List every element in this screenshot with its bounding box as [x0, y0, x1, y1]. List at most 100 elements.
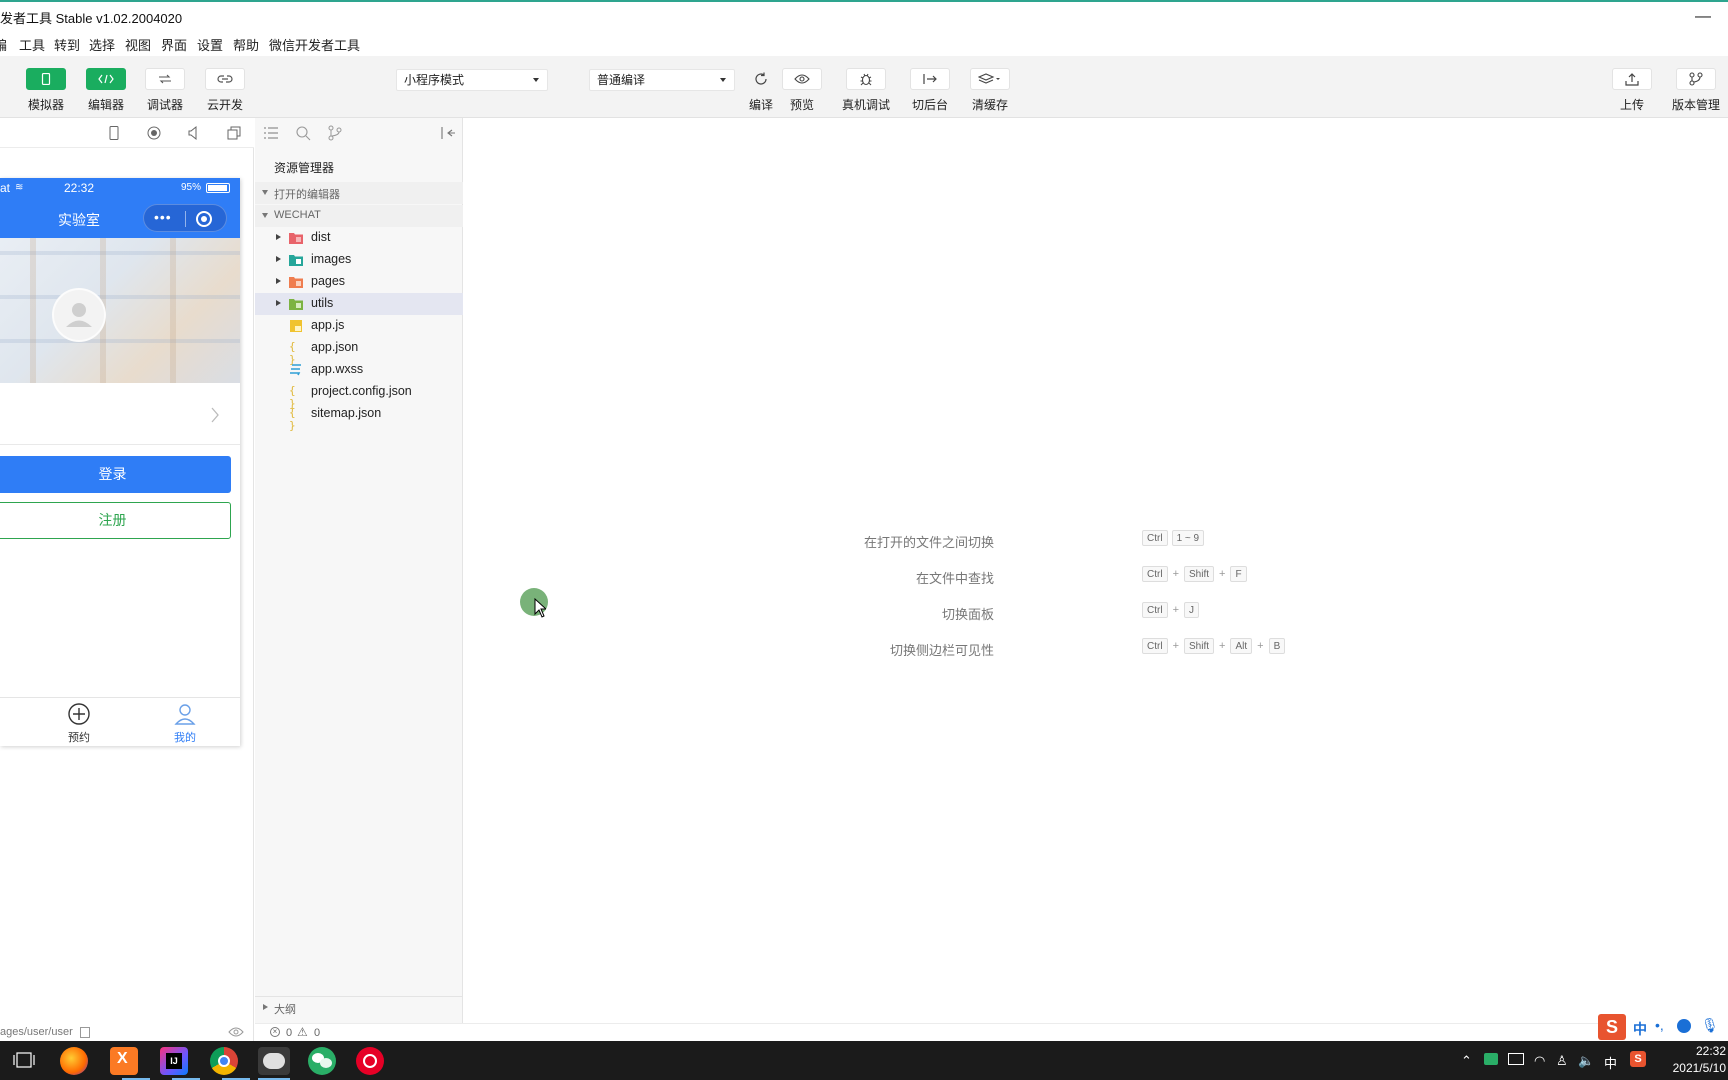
debugger-label: 调试器: [146, 98, 183, 112]
menu-edit[interactable]: 编: [0, 35, 7, 54]
tree-item-dist[interactable]: dist: [255, 227, 463, 249]
capsule-menu[interactable]: •••: [143, 204, 227, 232]
cloud-dev-button[interactable]: [205, 68, 245, 90]
detach-window-icon[interactable]: [226, 125, 242, 141]
explorer-title: 资源管理器: [274, 161, 335, 175]
menu-select[interactable]: 选择: [89, 35, 115, 54]
menu-settings[interactable]: 设置: [197, 35, 223, 54]
phone-clock: 22:32: [64, 181, 95, 195]
mode-select[interactable]: 小程序模式: [396, 69, 548, 91]
error-count[interactable]: 0: [286, 1027, 292, 1039]
minimize-button[interactable]: —: [1688, 4, 1718, 30]
cloud-link-icon: [217, 75, 233, 83]
show-hidden-icons-icon[interactable]: ⌃: [1461, 1053, 1472, 1069]
warning-icon[interactable]: ⚠: [297, 1025, 308, 1039]
tab-mine[interactable]: 我的: [155, 702, 215, 745]
login-button[interactable]: 登录: [0, 456, 231, 493]
window-title: 发者工具 Stable v1.02.2004020: [0, 11, 183, 26]
simulator-label: 模拟器: [27, 98, 64, 112]
shortcut-key: F: [1230, 566, 1247, 582]
tree-item-project-config-json[interactable]: { } project.config.json: [255, 381, 463, 410]
xampp-icon[interactable]: X: [110, 1047, 138, 1075]
netease-music-icon[interactable]: [356, 1047, 384, 1075]
shortcut-keys: Ctrl + Shift + Alt + B: [1142, 638, 1286, 654]
folder-icon: [289, 255, 303, 266]
task-view-icon[interactable]: [13, 1051, 35, 1069]
simulator-toolbar: [0, 118, 254, 148]
menu-view[interactable]: 视图: [125, 35, 151, 54]
wechat-tray-icon[interactable]: [1484, 1053, 1498, 1065]
file-list-icon[interactable]: [263, 125, 279, 141]
menu-help[interactable]: 帮助: [233, 35, 259, 54]
shortcut-key: Ctrl: [1142, 566, 1168, 582]
emoji-icon[interactable]: [1677, 1019, 1691, 1033]
punctuation-icon[interactable]: •,: [1655, 1017, 1664, 1033]
menu-interface[interactable]: 界面: [161, 35, 187, 54]
profile-entry-row[interactable]: [0, 383, 240, 445]
menu-goto[interactable]: 转到: [54, 35, 80, 54]
input-language[interactable]: 中: [1604, 1053, 1617, 1072]
more-dots-icon[interactable]: •••: [154, 209, 172, 225]
person-icon: [174, 704, 196, 725]
eye-icon: [794, 74, 810, 84]
tree-item-label: images: [311, 252, 352, 266]
clear-cache-button[interactable]: [970, 68, 1010, 90]
eye-icon[interactable]: [228, 1026, 244, 1038]
tree-item-sitemap-json[interactable]: { } sitemap.json: [255, 403, 463, 432]
error-icon[interactable]: ×: [270, 1027, 280, 1037]
chrome-icon[interactable]: [210, 1047, 238, 1075]
avatar[interactable]: [52, 288, 106, 342]
menu-wechat-devtools[interactable]: 微信开发者工具: [269, 35, 360, 54]
tree-item-app-wxss[interactable]: app.wxss: [255, 359, 463, 381]
sogou-tray-icon[interactable]: S: [1630, 1051, 1646, 1067]
copy-icon[interactable]: [80, 1027, 90, 1038]
wechat-green-icon[interactable]: [308, 1047, 336, 1075]
outline-section[interactable]: 大纲: [255, 996, 463, 1018]
intellij-icon[interactable]: IJ: [160, 1047, 188, 1075]
source-control-icon[interactable]: [327, 125, 343, 141]
menu-tools[interactable]: 工具: [19, 35, 45, 54]
tree-item-pages[interactable]: pages: [255, 271, 463, 293]
record-icon[interactable]: [146, 125, 162, 141]
register-button[interactable]: 注册: [0, 502, 231, 539]
upload-button[interactable]: [1612, 68, 1652, 90]
bug-icon: [860, 73, 872, 86]
editor-toggle-button[interactable]: [86, 68, 126, 90]
switch-background-button[interactable]: [910, 68, 950, 90]
simulator-path-bar: ages/user/user: [0, 1023, 254, 1041]
system-clock[interactable]: 22:32 2021/5/10: [1673, 1043, 1726, 1077]
ime-mode-label[interactable]: 中: [1633, 1019, 1647, 1039]
sogou-logo-icon[interactable]: S: [1598, 1014, 1626, 1040]
warning-count[interactable]: 0: [314, 1027, 320, 1039]
microphone-icon[interactable]: 🎙: [1701, 1017, 1719, 1034]
tab-reserve[interactable]: 预约: [49, 702, 109, 745]
wechat-devtools-icon[interactable]: [258, 1047, 290, 1075]
user-tray-icon[interactable]: ♙: [1556, 1053, 1568, 1069]
project-section[interactable]: WECHAT: [255, 205, 463, 227]
speaker-icon[interactable]: 🔈: [1578, 1053, 1594, 1069]
device-icon[interactable]: [106, 125, 122, 141]
shortcut-key: Ctrl: [1142, 602, 1168, 618]
volume-icon[interactable]: [186, 125, 202, 141]
firefox-icon[interactable]: [60, 1047, 88, 1075]
version-management-button[interactable]: [1676, 68, 1716, 90]
close-miniprogram-icon[interactable]: [196, 211, 212, 227]
tree-item-utils[interactable]: utils: [255, 293, 463, 315]
tree-item-images[interactable]: images: [255, 249, 463, 271]
search-icon[interactable]: [295, 125, 311, 141]
preview-button[interactable]: [782, 68, 822, 90]
switch-background-label: 切后台: [911, 98, 948, 112]
simulator-toggle-button[interactable]: [26, 68, 66, 90]
open-editors-section[interactable]: 打开的编辑器: [255, 182, 463, 204]
network-icon[interactable]: ◠: [1534, 1053, 1545, 1069]
compile-button[interactable]: [746, 68, 776, 90]
battery-tray-icon[interactable]: [1508, 1053, 1524, 1065]
tree-item-app-json[interactable]: { } app.json: [255, 337, 463, 366]
collapse-sidebar-icon[interactable]: [440, 125, 456, 141]
real-device-debug-button[interactable]: [846, 68, 886, 90]
shortcut-hint-label: 切换面板: [941, 607, 994, 622]
debugger-toggle-button[interactable]: [145, 68, 185, 90]
tree-item-app-js[interactable]: app.js: [255, 315, 463, 337]
shortcut-key: J: [1184, 602, 1199, 618]
compile-mode-select[interactable]: 普通编译: [589, 69, 735, 91]
